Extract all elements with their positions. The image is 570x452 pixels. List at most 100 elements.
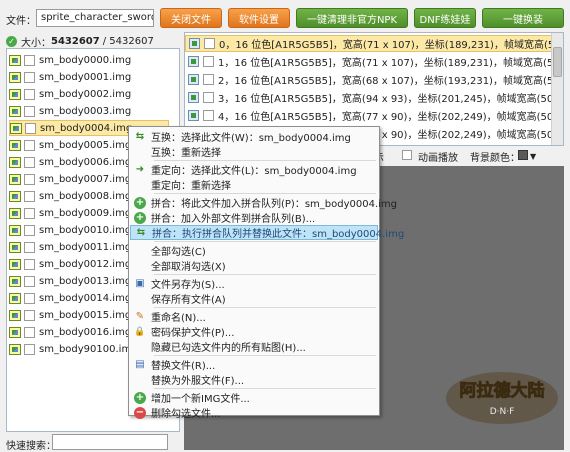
- clean-npk-button[interactable]: 一键清理非官方NPK: [296, 8, 408, 28]
- context-menu-item[interactable]: ✎ 重命名(N)...: [130, 309, 378, 324]
- context-menu-item[interactable]: 互换：重新选择: [130, 144, 378, 159]
- blank-icon: [134, 245, 146, 257]
- settings-button[interactable]: 软件设置: [228, 8, 290, 28]
- context-menu-item[interactable]: + 拼合：加入外部文件到拼合队列(B)...: [130, 210, 378, 225]
- file-checkbox[interactable]: [24, 173, 35, 185]
- file-checkbox[interactable]: [24, 258, 35, 270]
- context-menu-item[interactable]: 全部取消勾选(X): [130, 258, 378, 273]
- chevron-down-icon[interactable]: ▼: [530, 152, 536, 161]
- delete-icon: −: [134, 406, 146, 419]
- context-menu-item[interactable]: 替换为外服文件(F)...: [130, 372, 378, 387]
- file-checkbox[interactable]: [24, 156, 35, 168]
- context-menu-item[interactable]: 🔒 密码保护文件(P)...: [130, 324, 378, 340]
- file-checkbox[interactable]: [24, 292, 35, 304]
- context-menu-label: 重命名(N)...: [151, 313, 206, 324]
- context-menu-item[interactable]: + 增加一个新IMG文件...: [130, 390, 378, 405]
- bg-color-swatch[interactable]: [518, 150, 528, 160]
- file-checkbox[interactable]: [24, 139, 35, 151]
- file-checkbox[interactable]: [24, 343, 35, 355]
- context-menu-item[interactable]: 全部勾选(C): [130, 243, 378, 258]
- swap-icon: ⇆: [136, 227, 146, 238]
- dnf-logo-icon: 阿拉德大陆 D·N·F: [446, 372, 558, 424]
- image-list-item[interactable]: 0，16 位色[A1R5G5B5]，宽高(71 x 107)，坐标(189,23…: [185, 35, 563, 52]
- frame-info: 1，16 位色[A1R5G5B5]，宽高(71 x 107)，坐标(189,23…: [218, 58, 564, 69]
- img-file-icon: [10, 122, 22, 134]
- context-menu-item[interactable]: ▣ 文件另存为(S)...: [130, 276, 378, 291]
- img-file-icon: [9, 88, 21, 100]
- file-list-item[interactable]: sm_body0001.img: [9, 69, 169, 85]
- swap-icon: ⇆: [135, 131, 145, 142]
- context-menu-label: 隐藏已勾选文件内的所有贴图(H)...: [151, 343, 306, 354]
- context-menu-label: 删除勾选文件...: [151, 409, 221, 420]
- img-file-icon: [9, 207, 21, 219]
- file-list-item[interactable]: sm_body0003.img: [9, 103, 169, 119]
- file-checkbox[interactable]: [24, 190, 35, 202]
- context-menu-item[interactable]: + 拼合：将此文件加入拼合队列(P)：sm_body0004.img: [130, 195, 397, 210]
- img-file-icon: [9, 292, 21, 304]
- size-info: ✓ 大小： 5432607 / 5432607: [6, 34, 154, 49]
- one-click-change-button[interactable]: 一键换装: [482, 8, 564, 28]
- file-checkbox[interactable]: [24, 241, 35, 253]
- file-list-item[interactable]: sm_body0000.img: [9, 52, 169, 68]
- img-file-icon: [9, 309, 21, 321]
- context-menu-item[interactable]: − 删除勾选文件...: [130, 405, 378, 420]
- image-list-item[interactable]: 4，16 位色[A1R5G5B5]，宽高(77 x 90)，坐标(202,249…: [185, 107, 563, 124]
- context-menu-item[interactable]: 保存所有文件(A): [130, 291, 378, 306]
- frame-checkbox[interactable]: [203, 92, 214, 103]
- context-menu-item[interactable]: ▤ 替换文件(R)...: [130, 357, 378, 372]
- img-file-icon: [9, 258, 21, 270]
- context-menu[interactable]: ⇆ 互换：选择此文件(W)：sm_body0004.img 互换：重新选择 ➜ 重定向：…: [128, 126, 404, 420]
- context-menu-label: 替换文件(R)...: [151, 361, 216, 372]
- context-menu-label: 全部勾选(C): [151, 247, 206, 258]
- frame-info: 2，16 位色[A1R5G5B5]，宽高(68 x 107)，坐标(193,23…: [218, 76, 564, 87]
- file-checkbox[interactable]: [24, 54, 35, 66]
- img-file-icon: [9, 241, 21, 253]
- img-file-icon: [9, 105, 21, 117]
- check-icon: ✓: [6, 36, 17, 47]
- search-input[interactable]: [52, 434, 168, 450]
- file-name: sm_body0011.img: [39, 241, 132, 253]
- file-name: sm_body90100.img: [39, 343, 138, 355]
- file-list-item[interactable]: sm_body0002.img: [9, 86, 169, 102]
- context-menu-item[interactable]: 隐藏已勾选文件内的所有贴图(H)...: [130, 339, 378, 354]
- size-label: 大小：: [21, 38, 51, 49]
- context-menu-item[interactable]: 重定向：重新选择: [130, 177, 378, 192]
- close-file-button[interactable]: 关闭文件: [160, 8, 222, 28]
- file-name: sm_body0001.img: [39, 71, 132, 83]
- context-menu-item[interactable]: ➜ 重定向：选择此文件(L)：sm_body0004.img: [130, 162, 378, 177]
- file-name: sm_body0012.img: [39, 258, 132, 270]
- file-checkbox[interactable]: [24, 105, 35, 117]
- file-checkbox[interactable]: [24, 309, 35, 321]
- frame-checkbox[interactable]: [203, 56, 214, 67]
- file-checkbox[interactable]: [24, 71, 35, 83]
- dnf-button[interactable]: DNF练娃娃: [414, 8, 476, 28]
- file-checkbox[interactable]: [24, 326, 35, 338]
- context-menu-item[interactable]: ⇆ 拼合：执行拼合队列并替换此文件：sm_body0004.img: [130, 225, 404, 240]
- frame-checkbox[interactable]: [203, 110, 214, 121]
- img-file-icon: [9, 326, 21, 338]
- file-name: sm_body0009.img: [39, 207, 132, 219]
- file-checkbox[interactable]: [24, 275, 35, 287]
- watermark-logo: 阿拉德大陆 D·N·F: [442, 362, 562, 428]
- file-checkbox[interactable]: [24, 224, 35, 236]
- file-checkbox[interactable]: [24, 207, 35, 219]
- image-list-scrollbar[interactable]: [551, 33, 563, 145]
- scroll-thumb[interactable]: [553, 47, 562, 77]
- file-path-input[interactable]: sprite_character_swordma: [36, 9, 154, 27]
- image-list-item[interactable]: 3，16 位色[A1R5G5B5]，宽高(94 x 93)，坐标(201,245…: [185, 89, 563, 106]
- file-checkbox[interactable]: [25, 122, 36, 134]
- context-menu-label: 拼合：将此文件加入拼合队列(P)：sm_body0004.img: [151, 199, 398, 210]
- image-list-item[interactable]: 2，16 位色[A1R5G5B5]，宽高(68 x 107)，坐标(193,23…: [185, 71, 564, 88]
- frame-checkbox[interactable]: [203, 74, 214, 85]
- frame-icon: [189, 38, 200, 49]
- size-value: 5432607: [51, 36, 100, 47]
- img-file-icon: [9, 224, 21, 236]
- anim-checkbox[interactable]: [402, 150, 412, 160]
- redirect-icon: ➜: [135, 164, 145, 175]
- image-list-item[interactable]: 1，16 位色[A1R5G5B5]，宽高(71 x 107)，坐标(189,23…: [185, 53, 564, 70]
- add-icon: +: [134, 196, 146, 209]
- context-menu-label: 重定向：选择此文件(L)：sm_body0004.img: [151, 166, 357, 177]
- frame-checkbox[interactable]: [204, 38, 215, 49]
- context-menu-item[interactable]: ⇆ 互换：选择此文件(W)：sm_body0004.img: [130, 129, 378, 144]
- file-checkbox[interactable]: [24, 88, 35, 100]
